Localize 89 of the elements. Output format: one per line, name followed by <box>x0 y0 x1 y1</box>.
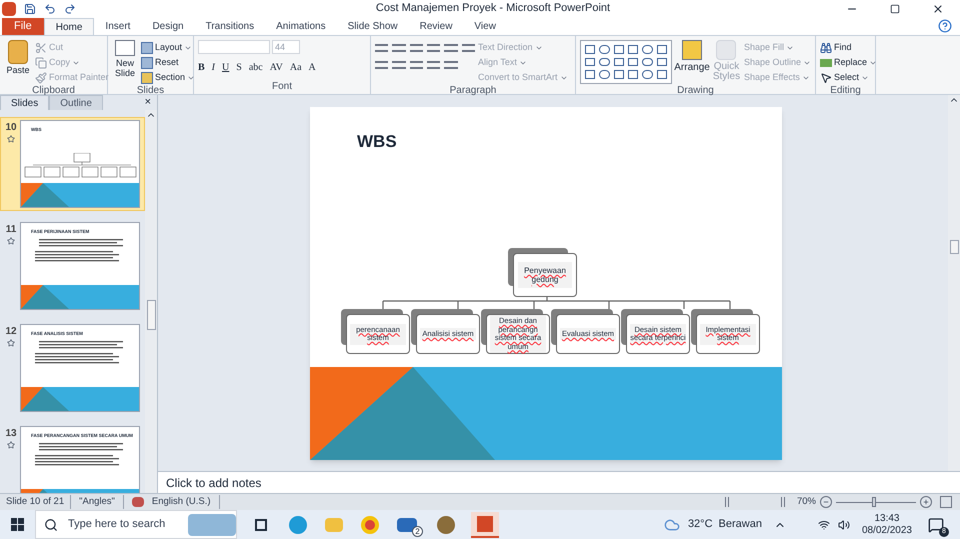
search-placeholder: Type here to search <box>68 517 166 532</box>
brush-icon <box>35 72 47 84</box>
star-icon <box>7 237 15 245</box>
star-icon <box>7 441 15 449</box>
weather-cloud-icon <box>664 516 680 532</box>
format-button[interactable]: S <box>236 60 242 75</box>
save-icon[interactable] <box>24 2 36 14</box>
landscape-drawing <box>188 514 236 536</box>
scroll-thumb[interactable] <box>950 240 958 254</box>
zoom-slider[interactable] <box>836 496 916 508</box>
slide-number: 13 <box>5 427 17 441</box>
clock-time: 13:43 <box>874 512 900 524</box>
ribbon-tab[interactable]: Home <box>44 18 94 35</box>
window-title: Cost Manajemen Proyek - Microsoft PowerPoint <box>374 1 612 16</box>
scrollbar[interactable] <box>948 95 960 471</box>
group-label: Editing <box>829 85 862 97</box>
ribbon-tab[interactable]: Insert <box>94 18 142 35</box>
mail-badge: 2 <box>412 526 423 536</box>
zoom-thumb[interactable] <box>872 496 876 506</box>
group-label: Drawing <box>676 85 715 97</box>
layout-button[interactable]: Layout <box>141 40 196 55</box>
zoom-in-button[interactable]: + <box>920 496 932 508</box>
node-label: Penyewaan gedung <box>518 262 572 288</box>
close-icon[interactable] <box>932 2 944 14</box>
format-button[interactable]: Aa <box>290 60 302 75</box>
format-button[interactable]: U <box>222 60 230 75</box>
scroll-thumb[interactable] <box>146 300 156 330</box>
star-icon <box>7 339 15 347</box>
arrange-button[interactable]: Arrange <box>675 40 710 85</box>
group-label: Font <box>270 81 293 94</box>
panel-tab[interactable]: Outline <box>49 95 103 110</box>
undo-icon[interactable] <box>44 2 56 14</box>
ribbon-tab[interactable]: View <box>463 18 507 35</box>
restore-icon[interactable] <box>890 4 900 14</box>
scrollbar[interactable] <box>145 110 157 493</box>
redo-icon[interactable] <box>64 2 76 14</box>
group-label: Paragraph <box>448 85 498 97</box>
pointer-icon <box>820 72 832 84</box>
font-name-field[interactable] <box>198 40 270 54</box>
slide-title: WBS <box>357 131 398 153</box>
theme-name: "Angles" <box>71 494 124 510</box>
taskbar-search-field[interactable]: Type here to search <box>35 510 237 539</box>
zoom-out-button[interactable]: − <box>820 496 832 508</box>
format-button[interactable]: abc <box>248 60 263 75</box>
ribbon-tab[interactable]: Review <box>408 18 464 35</box>
fit-slide-icon[interactable] <box>940 496 952 508</box>
scissors-icon <box>35 42 47 54</box>
shapes-gallery-drawing[interactable] <box>580 40 672 84</box>
windows-start-icon[interactable] <box>11 518 24 531</box>
new-slide-icon <box>115 40 135 56</box>
binoculars-icon <box>820 42 832 54</box>
slide-counter: Slide 10 of 21 <box>0 494 72 510</box>
find-button[interactable]: Find <box>820 40 878 55</box>
zoom-level[interactable]: 70% <box>796 494 816 510</box>
notes-placeholder: Click to add notes <box>166 474 262 492</box>
ribbon-tab[interactable]: Transitions <box>194 18 266 35</box>
powerpoint-taskbar-icon[interactable] <box>471 512 499 538</box>
search-icon <box>44 518 58 532</box>
panel-tab[interactable]: Slides <box>0 95 50 110</box>
ribbon-tab[interactable]: Slide Show <box>336 18 409 35</box>
task-view-icon[interactable] <box>255 518 267 530</box>
ribbon-tab[interactable]: Design <box>141 18 195 35</box>
paste-button[interactable]: Paste <box>4 40 32 85</box>
slide-number: 10 <box>5 121 17 135</box>
format-button[interactable]: A <box>308 60 316 75</box>
select-button[interactable]: Select <box>820 70 878 85</box>
wifi-icon[interactable] <box>818 518 830 530</box>
reset-button[interactable]: Reset <box>141 55 196 70</box>
help-icon[interactable] <box>938 19 952 33</box>
replace-button[interactable]: Replace <box>820 55 878 70</box>
group-label: Clipboard <box>31 85 76 97</box>
new-slide-button[interactable]: New Slide <box>112 40 138 85</box>
slide-number: 12 <box>5 325 17 339</box>
section-button[interactable]: Section <box>141 70 196 85</box>
temperature: 32°C <box>688 517 713 532</box>
file-tab[interactable]: File <box>2 18 44 35</box>
copy-icon <box>35 56 47 68</box>
slide-number: 11 <box>6 223 16 237</box>
volume-icon[interactable] <box>838 518 850 530</box>
clock-date: 08/02/2023 <box>862 524 912 536</box>
language-label[interactable]: English (U.S.) <box>144 494 220 510</box>
notification-icon[interactable] <box>928 516 944 532</box>
format-button[interactable]: B <box>198 60 205 75</box>
format-button[interactable]: AV <box>270 60 283 75</box>
ribbon-tab[interactable]: Animations <box>265 18 337 35</box>
notes-pane[interactable]: Click to add notes <box>158 471 960 493</box>
weather-text: Berawan <box>718 517 762 532</box>
format-button[interactable]: I <box>212 60 216 75</box>
star-icon <box>7 135 15 143</box>
